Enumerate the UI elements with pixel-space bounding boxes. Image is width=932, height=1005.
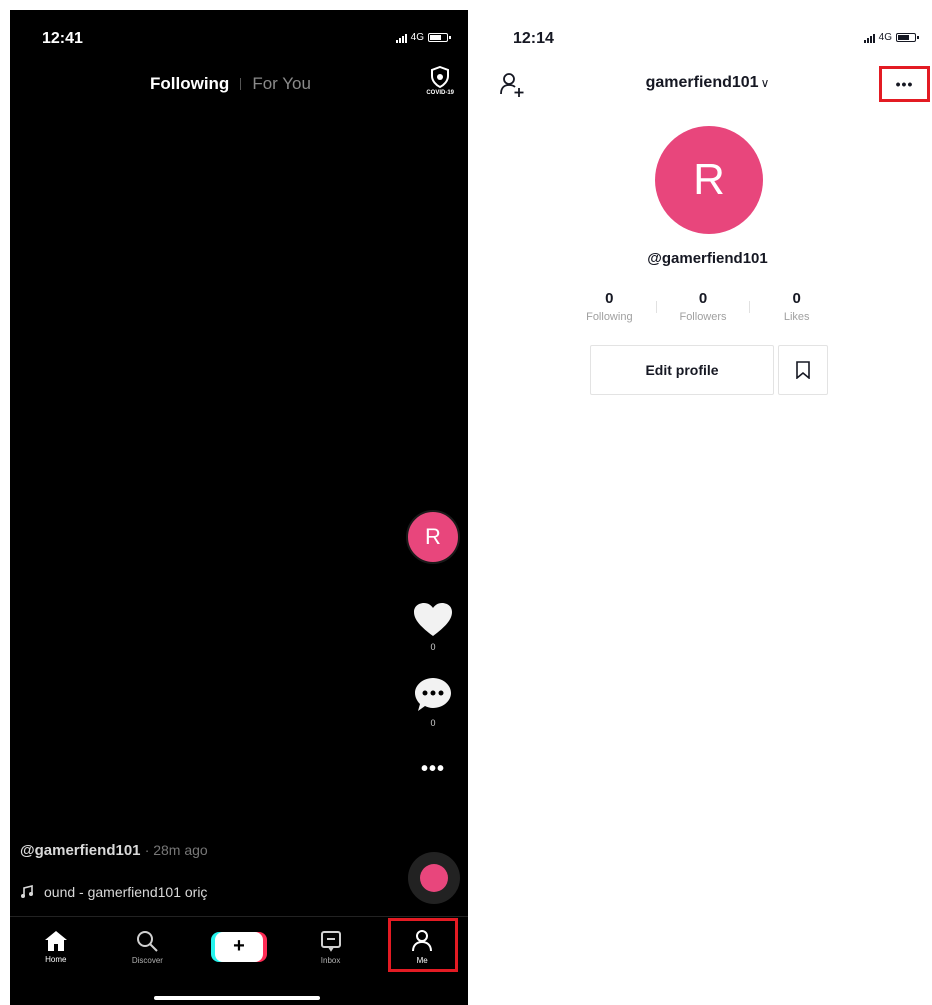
status-time: 12:14 xyxy=(513,30,554,47)
nav-home[interactable]: Home xyxy=(10,917,102,976)
bookmark-icon xyxy=(796,361,810,379)
caption-time: · 28m ago xyxy=(144,842,208,858)
stat-likes: 0 Likes xyxy=(750,290,843,323)
status-bar-icons: 4G xyxy=(863,32,919,43)
feed-screen: 12:41 4G Following For You COVID-19 R 0 xyxy=(10,10,468,1005)
like-count: 0 xyxy=(430,642,436,652)
stat-label: Followers xyxy=(679,311,727,323)
edit-profile-button[interactable]: Edit profile xyxy=(590,345,774,395)
network-label: 4G xyxy=(410,32,424,43)
profile-screen: 12:14 4G gamerfiend101 ∨ ••• R @gamerfien… xyxy=(483,10,932,1005)
profile-avatar[interactable]: R xyxy=(655,126,763,234)
nav-home-label: Home xyxy=(45,954,67,964)
header-username: gamerfiend101 xyxy=(645,74,759,91)
comment-count: 0 xyxy=(430,718,436,728)
nav-inbox-label: Inbox xyxy=(320,955,341,965)
sound-text: ound - gamerfiend101 oriç xyxy=(44,884,208,900)
nav-discover-label: Discover xyxy=(131,955,163,965)
music-disc-button[interactable] xyxy=(408,852,460,904)
battery-icon xyxy=(428,33,451,42)
status-time: 12:41 xyxy=(42,30,83,47)
tab-divider xyxy=(240,78,242,90)
home-indicator xyxy=(154,996,320,1000)
covid-label: COVID-19 xyxy=(426,90,454,96)
creator-avatar[interactable]: R xyxy=(406,510,460,564)
signal-icon xyxy=(395,33,407,43)
profile-handle: @gamerfiend101 xyxy=(647,250,768,267)
covid-info-button[interactable]: COVID-19 xyxy=(426,66,454,96)
share-more-button[interactable]: ••• xyxy=(421,758,445,781)
account-switcher[interactable]: gamerfiend101 ∨ xyxy=(483,74,932,92)
profile-stats: 0 Following 0 Followers 0 Likes xyxy=(563,290,843,323)
comment-icon xyxy=(415,678,451,711)
music-note-icon xyxy=(21,885,33,898)
action-rail: R 0 0 ••• xyxy=(405,510,461,781)
favorites-button[interactable] xyxy=(778,345,828,395)
battery-icon xyxy=(896,33,919,42)
nav-discover[interactable]: Discover xyxy=(102,917,194,976)
caption: @gamerfiend101 · 28m ago xyxy=(20,842,208,859)
like-button[interactable]: 0 xyxy=(413,602,453,652)
signal-icon xyxy=(863,33,875,43)
nav-create[interactable]: + xyxy=(193,917,285,976)
disc-avatar xyxy=(420,864,448,892)
stat-followers[interactable]: 0 Followers xyxy=(657,290,750,323)
more-options-button[interactable]: ••• xyxy=(879,66,930,102)
stat-label: Following xyxy=(586,311,633,323)
stat-following[interactable]: 0 Following xyxy=(563,290,656,323)
caption-username[interactable]: @gamerfiend101 xyxy=(20,842,141,859)
home-icon xyxy=(44,930,67,951)
status-bar-icons: 4G xyxy=(395,32,451,43)
me-highlight-box xyxy=(388,918,458,972)
inbox-icon xyxy=(320,930,341,952)
heart-icon xyxy=(414,603,452,636)
feed-tabs: Following For You xyxy=(150,74,311,94)
nav-inbox[interactable]: Inbox xyxy=(285,917,377,976)
network-label: 4G xyxy=(878,32,892,43)
search-icon xyxy=(137,930,159,952)
sound-row[interactable]: ound - gamerfiend101 oriç xyxy=(20,884,207,900)
chevron-down-icon: ∨ xyxy=(760,76,770,90)
stat-value: 0 xyxy=(605,290,614,307)
stat-value: 0 xyxy=(698,290,708,307)
plus-icon: + xyxy=(214,931,263,962)
stat-label: Likes xyxy=(783,311,810,323)
stat-value: 0 xyxy=(792,290,801,307)
tab-for-you[interactable]: For You xyxy=(252,74,311,94)
tab-following[interactable]: Following xyxy=(150,74,229,94)
comment-button[interactable]: 0 xyxy=(413,676,453,728)
shield-icon xyxy=(431,66,450,88)
